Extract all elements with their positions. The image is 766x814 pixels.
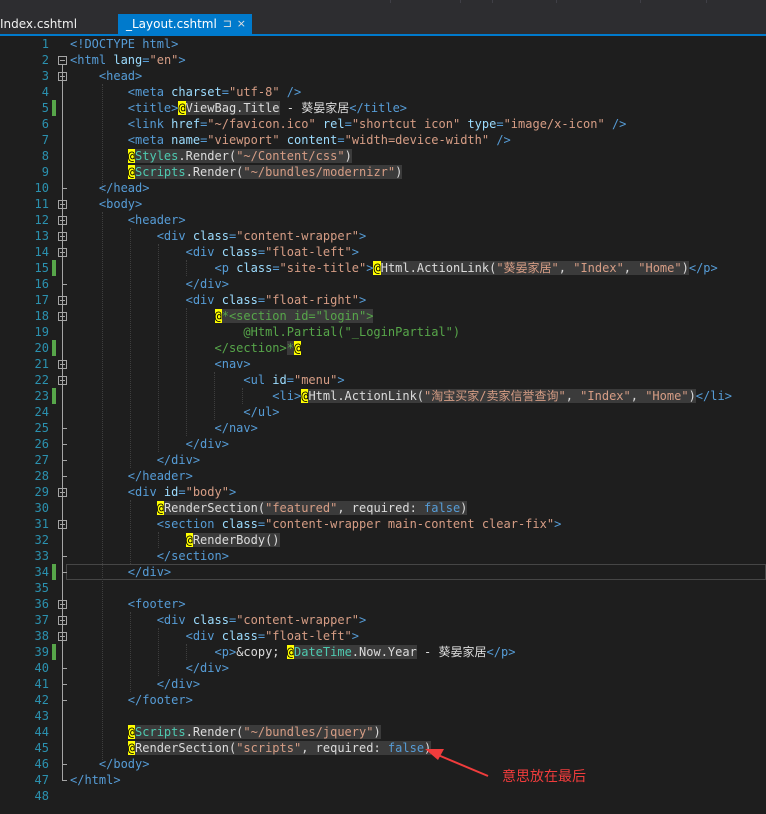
arrow-shaft [437,754,489,777]
annotation-note: 意思放在最后 [502,769,586,785]
annotation-arrow [425,749,489,777]
arrow-head [425,749,444,760]
